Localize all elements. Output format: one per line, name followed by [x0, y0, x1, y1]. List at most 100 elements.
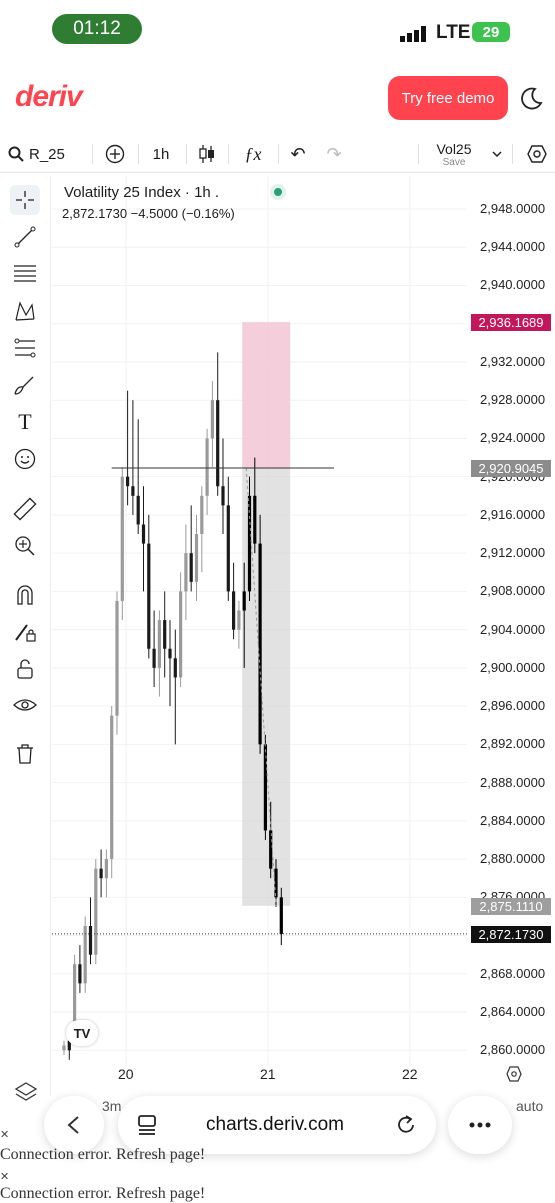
price-tick: 2,940.0000	[480, 277, 546, 293]
interval-button[interactable]: 1h	[146, 136, 176, 172]
candle-body	[94, 868, 98, 955]
browser-more-button[interactable]	[448, 1096, 512, 1154]
candle-body	[258, 543, 262, 745]
deriv-logo[interactable]: deriv	[15, 80, 83, 114]
fib-tool[interactable]	[10, 259, 40, 289]
error-close-icon[interactable]: ✕	[0, 1128, 9, 1141]
candle-body	[163, 620, 167, 649]
price-tick: 2,900.0000	[480, 659, 546, 675]
forecast-tool[interactable]	[10, 333, 40, 363]
candle-body	[115, 600, 119, 716]
template-name: Vol25	[436, 140, 472, 157]
time-axis[interactable]: 20 21 22	[52, 1062, 555, 1090]
drawing-toolbar: T	[0, 176, 51, 1096]
price-tick: 2,896.0000	[480, 698, 546, 714]
pencil-lock-icon	[15, 624, 36, 642]
candle-body	[232, 591, 236, 630]
market-open-indicator	[270, 184, 286, 200]
price-tick: 2,880.0000	[480, 851, 546, 867]
price-chart[interactable]	[52, 176, 467, 1066]
candle-body	[242, 591, 246, 611]
unlock-icon	[17, 659, 33, 679]
signal-icon	[400, 26, 426, 42]
try-free-demo-button[interactable]: Try free demo	[388, 76, 508, 120]
hide-drawings-tool[interactable]	[10, 691, 40, 721]
trend-line-tool[interactable]	[10, 222, 40, 252]
candle-body	[200, 495, 204, 535]
status-time: 01:12	[52, 14, 142, 44]
price-tick: 2,916.0000	[480, 506, 546, 522]
undo-icon[interactable]: ↶	[286, 136, 310, 172]
time-tick: 20	[118, 1066, 134, 1082]
remove-drawings-tool[interactable]	[10, 739, 40, 769]
chevron-down-icon[interactable]	[488, 136, 506, 172]
candle-body	[104, 859, 108, 879]
status-bar: 01:12 LTE 29	[0, 0, 555, 62]
trash-icon	[17, 744, 33, 764]
candle-body	[184, 553, 188, 592]
network-type: LTE	[436, 22, 471, 43]
pattern-tool[interactable]	[10, 296, 40, 326]
compare-button[interactable]	[100, 136, 130, 172]
candle-body	[216, 400, 220, 487]
eye-icon	[13, 699, 37, 711]
price-tick: 2,868.0000	[480, 965, 546, 981]
candle-body	[279, 897, 283, 934]
chart-toolbar: R_25 1h ƒx ↶ ↷ Vol25 Save	[0, 136, 555, 173]
trend-line-icon	[14, 226, 36, 248]
template-save-label: Save	[442, 156, 466, 168]
lock-drawings-tool[interactable]	[10, 617, 40, 647]
candle-body	[168, 648, 172, 659]
candle-body	[179, 591, 183, 678]
magnet-icon	[17, 585, 33, 605]
candle-body	[253, 495, 257, 544]
settings-icon[interactable]	[524, 136, 550, 172]
candle-body	[173, 658, 177, 678]
brush-tool[interactable]	[10, 370, 40, 400]
candle-body	[194, 534, 199, 582]
stop-price-tag: 2,936.1689	[471, 314, 551, 332]
range-3m-button[interactable]: 3m	[102, 1098, 121, 1114]
crosshair-tool[interactable]	[10, 185, 40, 215]
candle-body	[226, 505, 230, 592]
zoom-tool[interactable]	[10, 531, 40, 561]
price-tick: 2,944.0000	[480, 239, 546, 255]
indicators-icon[interactable]: ƒx	[238, 136, 268, 172]
plus-circle-icon	[105, 144, 125, 164]
auto-scale-button[interactable]: auto	[516, 1098, 543, 1114]
tradingview-logo[interactable]: TV	[66, 1020, 98, 1046]
time-tick: 22	[402, 1066, 418, 1082]
candle-body	[210, 400, 214, 439]
candle-body	[157, 620, 161, 668]
last-price-tag: 2,872.1730	[471, 925, 551, 943]
layout-template[interactable]: Vol25 Save	[426, 136, 482, 172]
lock-all-tool[interactable]	[10, 654, 40, 684]
magnet-tool[interactable]	[10, 580, 40, 610]
moon-icon[interactable]	[518, 86, 544, 112]
text-tool-icon[interactable]: T	[10, 407, 40, 437]
reload-icon[interactable]	[394, 1113, 418, 1137]
symbol-search[interactable]: R_25	[8, 136, 70, 172]
axis-settings-icon[interactable]	[506, 1066, 522, 1082]
price-tick: 2,948.0000	[480, 201, 546, 216]
candle-body	[136, 495, 140, 525]
brush-icon	[14, 376, 34, 395]
price-tick: 2,892.0000	[480, 736, 546, 752]
ruler-tool[interactable]	[10, 494, 40, 524]
url-text[interactable]: charts.deriv.com	[206, 1114, 344, 1136]
fib-retracement-icon	[14, 265, 36, 282]
target-price-tag: 2,875.1110	[471, 897, 551, 915]
price-axis[interactable]: 2,948.0000 2,944.0000 2,940.0000 2,932.0000…	[467, 176, 555, 1066]
price-tick: 2,884.0000	[480, 812, 546, 828]
layers-icon[interactable]	[14, 1080, 38, 1104]
chart-type-button[interactable]	[194, 136, 220, 172]
candle-body	[141, 524, 146, 544]
candle-body	[78, 964, 82, 984]
error-close-icon[interactable]: ✕	[0, 1170, 9, 1183]
smiley-icon	[14, 448, 36, 470]
symbol-label: R_25	[29, 145, 65, 163]
connection-error-message: Connection error. Refresh page!	[0, 1146, 206, 1163]
candles-icon	[199, 145, 214, 163]
redo-icon[interactable]: ↷	[322, 136, 346, 172]
emoji-tool[interactable]	[10, 444, 40, 474]
